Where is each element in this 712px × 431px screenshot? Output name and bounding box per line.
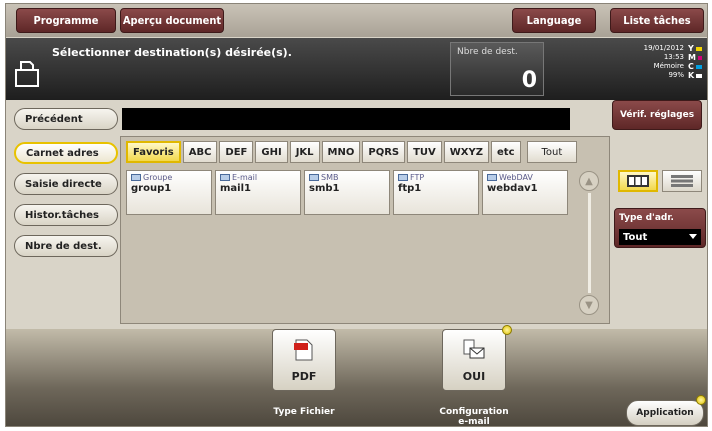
nav-histor-taches[interactable]: Histor.tâches [14, 204, 118, 226]
email-config-icon [463, 339, 485, 359]
scroll-up-icon[interactable]: ▲ [579, 171, 599, 191]
type-fichier-value: PDF [291, 370, 317, 383]
tab-jkl[interactable]: JKL [289, 141, 320, 163]
dest-counter-label: Nbre de dest. [457, 47, 518, 57]
toner-levels: Y M C K [688, 44, 702, 80]
scroll-track-line [588, 193, 591, 293]
card-name: mail1 [220, 183, 251, 194]
nav-carnet-adres[interactable]: Carnet adres [14, 142, 118, 164]
scroll-down-icon[interactable]: ▼ [579, 295, 599, 315]
language-button[interactable]: Language [512, 8, 596, 33]
nav-nbre-de-dest[interactable]: Nbre de dest. [14, 235, 118, 257]
email-icon [220, 174, 230, 181]
type-fichier-caption: Type Fichier [273, 407, 335, 417]
card-type-label: Groupe [143, 173, 173, 182]
toner-letter: C [688, 62, 694, 71]
tab-tuv[interactable]: TUV [407, 141, 442, 163]
configuration-email-button[interactable]: OUI [442, 329, 506, 391]
caption-line-2: e-mail [458, 417, 490, 427]
toner-cyan-bar [695, 64, 702, 69]
programme-button[interactable]: Programme [16, 8, 116, 33]
nav-saisie-directe[interactable]: Saisie directe [14, 173, 118, 195]
destination-card-smb1[interactable]: SMB smb1 [304, 170, 390, 215]
tab-favoris[interactable]: Favoris [126, 141, 181, 163]
index-tabs: Favoris ABC DEF GHI JKL MNO PQRS TUV WXY… [126, 141, 578, 163]
tab-pqrs[interactable]: PQRS [362, 141, 406, 163]
type-fichier-button[interactable]: PDF [272, 329, 336, 391]
toner-black-bar [696, 73, 702, 78]
caption-line-1: Configuration [439, 407, 509, 417]
indicator-dot-icon [696, 395, 706, 405]
list-view-button[interactable] [662, 170, 702, 192]
grid-view-button[interactable] [618, 170, 658, 192]
precedent-button[interactable]: Précédent [14, 108, 118, 130]
tab-ghi[interactable]: GHI [255, 141, 288, 163]
tab-etc[interactable]: etc [491, 141, 521, 163]
card-name: smb1 [309, 183, 340, 194]
toner-letter: M [688, 53, 696, 62]
address-book-panel: Favoris ABC DEF GHI JKL MNO PQRS TUV WXY… [120, 136, 610, 324]
group-icon [131, 174, 141, 181]
toner-magenta-bar [697, 55, 702, 60]
copier-screen: Programme Aperçu document Language Liste… [5, 3, 708, 427]
view-toggle-group [618, 170, 706, 192]
card-type-label: FTP [410, 173, 425, 182]
card-type-label: SMB [321, 173, 339, 182]
bottom-bar: PDF Type Fichier OUI Configuration e-mai… [6, 325, 707, 427]
type-adresse-selector[interactable]: Type d'adr. Tout [614, 208, 706, 248]
type-adresse-value: Tout [623, 231, 648, 243]
destination-card-group1[interactable]: Groupe group1 [126, 170, 212, 215]
list-view-icon [671, 175, 693, 187]
application-button[interactable]: Application [626, 400, 704, 426]
tab-tout[interactable]: Tout [526, 141, 578, 163]
grid-view-icon [627, 175, 649, 187]
tab-abc[interactable]: ABC [182, 141, 218, 163]
destination-counter: Nbre de dest. 0 [450, 42, 544, 96]
card-name: webdav1 [487, 183, 538, 194]
verif-reglages-button[interactable]: Vérif. réglages [612, 100, 702, 130]
dest-counter-value: 0 [521, 68, 537, 93]
configuration-email-value: OUI [462, 370, 486, 383]
status-bar: Sélectionner destination(s) désirée(s). … [6, 38, 707, 100]
chevron-down-icon [689, 234, 697, 239]
card-type-label: E-mail [232, 173, 258, 182]
tab-def[interactable]: DEF [219, 141, 254, 163]
status-message: Sélectionner destination(s) désirée(s). [52, 46, 292, 59]
card-type-label: WebDAV [499, 173, 533, 182]
pdf-icon [294, 339, 313, 361]
type-adresse-label: Type d'adr. [619, 213, 674, 223]
liste-taches-button[interactable]: Liste tâches [610, 8, 704, 33]
indicator-dot-icon [502, 325, 512, 335]
tab-wxyz[interactable]: WXYZ [443, 141, 490, 163]
toner-yellow-bar [695, 46, 702, 51]
tab-mno[interactable]: MNO [321, 141, 361, 163]
address-display-bar [122, 108, 570, 130]
card-name: ftp1 [398, 183, 422, 194]
apercu-document-button[interactable]: Aperçu document [120, 8, 224, 33]
top-bar: Programme Aperçu document Language Liste… [6, 4, 707, 37]
toner-letter: Y [688, 44, 694, 53]
toner-letter: K [688, 71, 695, 80]
webdav-icon [487, 174, 497, 181]
destination-card-webdav1[interactable]: WebDAV webdav1 [482, 170, 568, 215]
destination-card-mail1[interactable]: E-mail mail1 [215, 170, 301, 215]
scanner-icon [15, 61, 39, 87]
destination-list: Groupe group1 E-mail mail1 SMB smb1 FTP … [126, 170, 568, 215]
smb-icon [309, 174, 319, 181]
configuration-email-caption: Configuration e-mail [432, 407, 516, 427]
system-info: 19/01/2012 13:53 Mémoire 99% Y M C K [606, 44, 702, 80]
type-adresse-select[interactable]: Tout [619, 229, 701, 245]
list-scrollbar[interactable]: ▲ ▼ [579, 171, 599, 316]
destination-card-ftp1[interactable]: FTP ftp1 [393, 170, 479, 215]
card-name: group1 [131, 183, 172, 194]
ftp-icon [398, 174, 408, 181]
